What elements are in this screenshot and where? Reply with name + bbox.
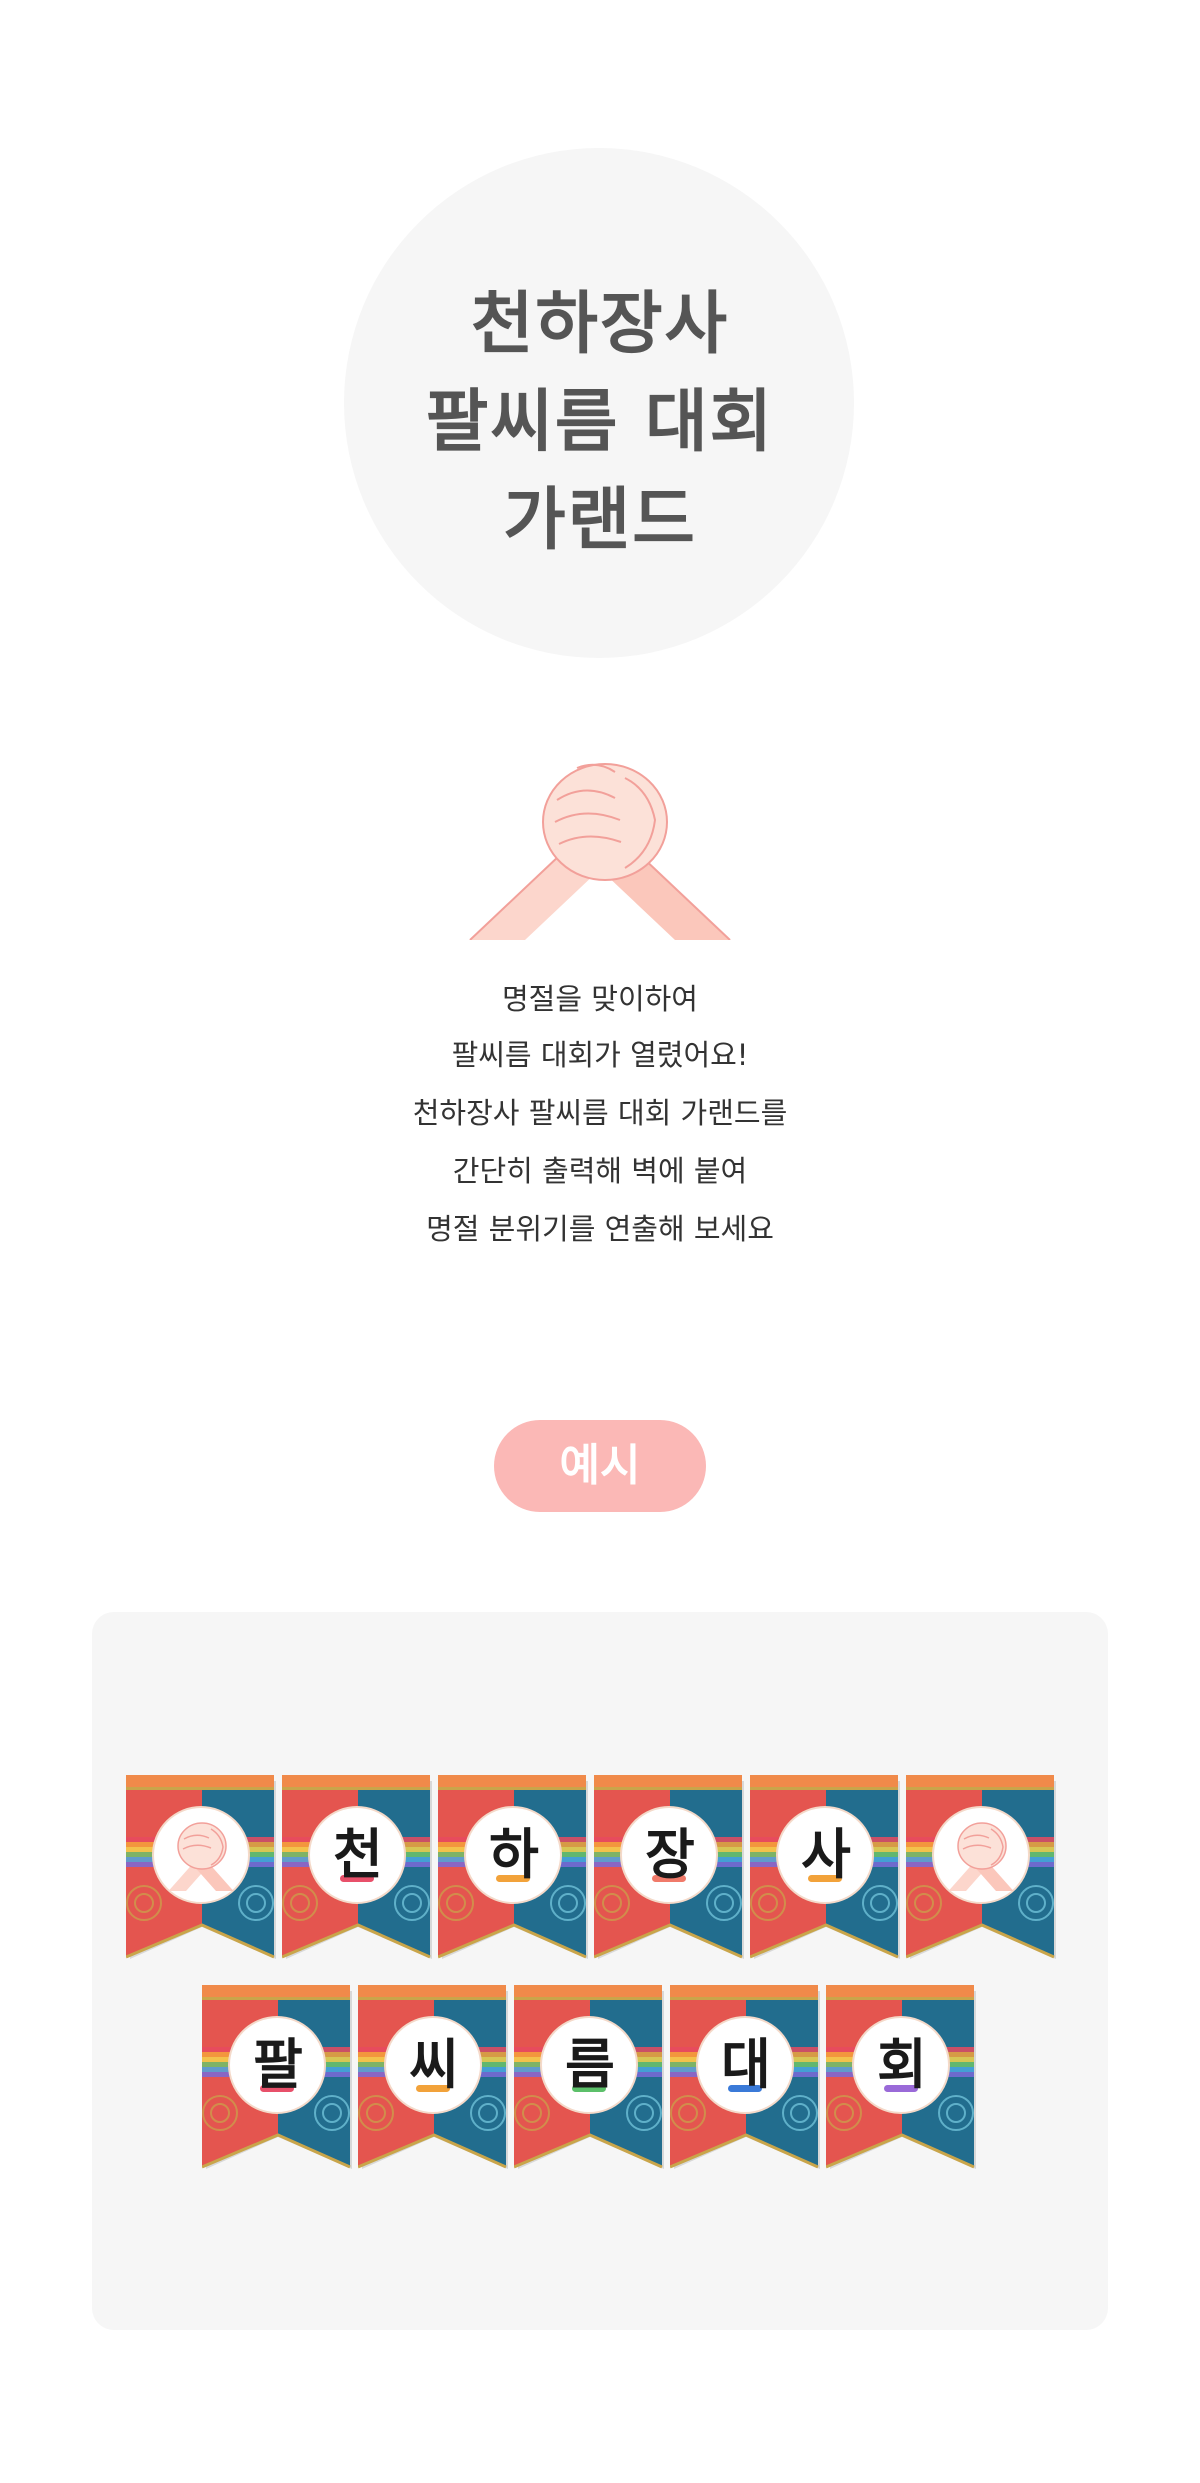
example-badge: 예시 <box>494 1420 706 1512</box>
clasped-hands-icon <box>125 1775 276 1959</box>
pennant-letter: 천 <box>333 1823 383 1886</box>
garland-pennant-hands <box>905 1775 1058 1961</box>
pennant-letter: 하 <box>489 1823 539 1886</box>
title-line-2: 팔씨름 대회 <box>425 383 775 462</box>
pennant-letter: 사 <box>801 1823 851 1886</box>
description-line-2: 팔씨름 대회가 열렸어요! <box>451 1038 749 1072</box>
pennant-letter: 름 <box>565 2033 615 2096</box>
garland-pennant: 팔 <box>201 1985 354 2171</box>
garland-pennant: 하 <box>437 1775 590 1961</box>
title-line-1: 천하장사 <box>470 285 730 364</box>
garland-pennant-hands <box>125 1775 278 1961</box>
garland-pennant: 대 <box>669 1985 822 2171</box>
description-line-3: 천하장사 팔씨름 대회 가랜드를 <box>412 1096 788 1130</box>
garland-pennant: 사 <box>749 1775 902 1961</box>
clasped-hands-icon <box>905 1775 1056 1959</box>
description-line-1: 명절을 맞이하여 <box>502 982 698 1016</box>
description-line-5: 명절 분위기를 연출해 보세요 <box>426 1212 774 1246</box>
clasped-hands-icon <box>469 763 731 940</box>
garland-pennant: 천 <box>281 1775 434 1961</box>
title-line-3: 가랜드 <box>503 481 697 560</box>
pennant-letter: 씨 <box>409 2033 459 2096</box>
pennant-letter: 장 <box>645 1823 695 1886</box>
garland-pennant: 름 <box>513 1985 666 2171</box>
garland-pennant: 씨 <box>357 1985 510 2171</box>
pennant-letter: 대 <box>721 2033 771 2096</box>
example-panel: 천 하 장 사 팔 씨 름 대 회 <box>92 1612 1108 2330</box>
garland-pennant: 회 <box>825 1985 978 2171</box>
pennant-letter: 팔 <box>253 2033 303 2096</box>
description-line-4: 간단히 출력해 벽에 붙여 <box>452 1154 748 1188</box>
pennant-letter: 회 <box>877 2033 927 2096</box>
garland-pennant: 장 <box>593 1775 746 1961</box>
